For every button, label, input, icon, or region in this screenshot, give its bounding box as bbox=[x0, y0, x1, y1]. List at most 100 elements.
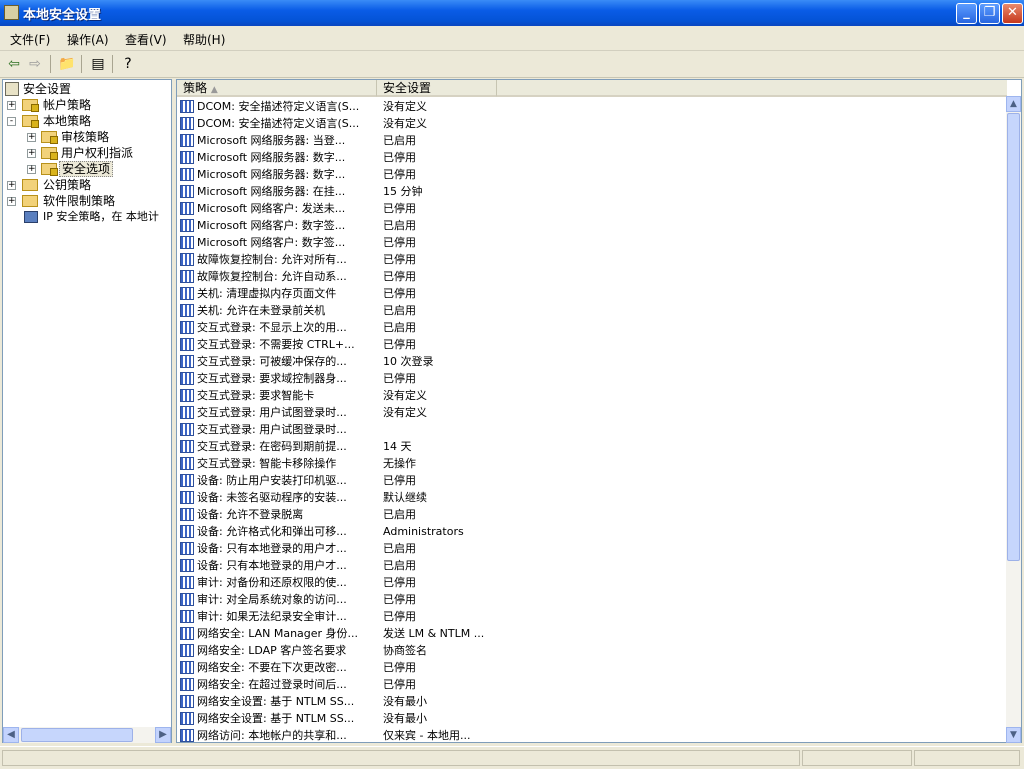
table-row[interactable]: Microsoft 网络服务器: 数字... 已停用 bbox=[177, 149, 1005, 166]
window-title: 本地安全设置 bbox=[23, 8, 102, 23]
table-row[interactable]: 设备: 允许不登录脱离 已启用 bbox=[177, 506, 1005, 523]
policy-setting: 已启用 bbox=[383, 508, 416, 521]
policy-name: 设备: 允许格式化和弹出可移... bbox=[197, 525, 347, 538]
table-row[interactable]: 交互式登录: 不显示上次的用... 已启用 bbox=[177, 319, 1005, 336]
table-row[interactable]: Microsoft 网络服务器: 当登... 已启用 bbox=[177, 132, 1005, 149]
policy-icon bbox=[180, 117, 194, 130]
forward-icon[interactable]: ⇨ bbox=[26, 55, 44, 73]
column-header-security-setting[interactable]: 安全设置 bbox=[377, 80, 497, 97]
table-row[interactable]: DCOM: 安全描述符定义语言(S... 没有定义 bbox=[177, 98, 1005, 115]
menu-action[interactable]: 操作(A) bbox=[67, 31, 109, 48]
scroll-thumb[interactable] bbox=[1007, 113, 1020, 561]
restore-button[interactable]: ❐ bbox=[979, 3, 1000, 24]
tree-item-label: 帐户策略 bbox=[43, 98, 92, 112]
scroll-thumb[interactable] bbox=[21, 728, 133, 742]
policy-setting: 15 分钟 bbox=[383, 185, 423, 198]
table-row[interactable]: 网络安全: 不要在下次更改密... 已停用 bbox=[177, 659, 1005, 676]
tree-pane[interactable]: 安全设置 + 帐户策略 - 本地策略 + 审核策略 + 用户权利指派 + 安全选… bbox=[2, 79, 172, 743]
tree-item-security-options[interactable]: + 安全选项 bbox=[3, 161, 169, 177]
table-row[interactable]: 审计: 对备份和还原权限的使... 已停用 bbox=[177, 574, 1005, 591]
policy-icon bbox=[180, 338, 194, 351]
tree-item-account-policies[interactable]: + 帐户策略 bbox=[3, 97, 169, 113]
table-row[interactable]: 交互式登录: 可被缓冲保存的... 10 次登录 bbox=[177, 353, 1005, 370]
table-row[interactable]: 网络安全设置: 基于 NTLM SS... 没有最小 bbox=[177, 710, 1005, 727]
policy-setting: 仅来宾 - 本地用... bbox=[383, 729, 471, 742]
table-row[interactable]: 网络访问: 本地帐户的共享和... 仅来宾 - 本地用... bbox=[177, 727, 1005, 742]
scroll-down-icon[interactable]: ▼ bbox=[1006, 727, 1021, 743]
scroll-right-icon[interactable]: ▶ bbox=[155, 727, 171, 743]
table-row[interactable]: 网络安全: 在超过登录时间后... 已停用 bbox=[177, 676, 1005, 693]
table-row[interactable]: 交互式登录: 要求域控制器身... 已停用 bbox=[177, 370, 1005, 387]
up-folder-icon[interactable]: 📁 bbox=[58, 55, 76, 73]
tree-item-public-key[interactable]: + 公钥策略 bbox=[3, 177, 169, 193]
column-header-policy[interactable]: 策略 ▲ bbox=[177, 80, 377, 97]
policy-setting: 已停用 bbox=[383, 474, 416, 487]
table-row[interactable]: 设备: 未签名驱动程序的安装... 默认继续 bbox=[177, 489, 1005, 506]
table-row[interactable]: 设备: 允许格式化和弹出可移... Administrators bbox=[177, 523, 1005, 540]
tree-root[interactable]: 安全设置 bbox=[5, 81, 165, 97]
locked-folder-icon bbox=[22, 115, 39, 128]
menu-help[interactable]: 帮助(H) bbox=[183, 31, 225, 48]
collapse-icon[interactable]: - bbox=[7, 117, 16, 126]
expand-icon[interactable]: + bbox=[7, 181, 16, 190]
table-row[interactable]: Microsoft 网络客户: 发送未... 已停用 bbox=[177, 200, 1005, 217]
menu-view[interactable]: 查看(V) bbox=[125, 31, 167, 48]
back-icon[interactable]: ⇦ bbox=[5, 55, 23, 73]
tree-horizontal-scrollbar[interactable]: ◀ ▶ bbox=[3, 727, 171, 743]
close-button[interactable]: ✕ bbox=[1002, 3, 1023, 24]
table-row[interactable]: 交互式登录: 智能卡移除操作 无操作 bbox=[177, 455, 1005, 472]
table-row[interactable]: 关机: 清理虚拟内存页面文件 已停用 bbox=[177, 285, 1005, 302]
help-icon[interactable]: ? bbox=[119, 55, 137, 73]
policy-name: 设备: 只有本地登录的用户才... bbox=[197, 542, 347, 555]
table-row[interactable]: 交互式登录: 不需要按 CTRL+... 已停用 bbox=[177, 336, 1005, 353]
table-row[interactable]: DCOM: 安全描述符定义语言(S... 没有定义 bbox=[177, 115, 1005, 132]
tree-item-ip-security[interactable]: IP 安全策略，在 本地计 bbox=[3, 209, 169, 225]
table-row[interactable]: 交互式登录: 用户试图登录时... 没有定义 bbox=[177, 404, 1005, 421]
policy-name: 交互式登录: 用户试图登录时... bbox=[197, 406, 347, 419]
policy-icon bbox=[180, 729, 194, 742]
policy-name: 交互式登录: 不需要按 CTRL+... bbox=[197, 338, 355, 351]
table-row[interactable]: Microsoft 网络服务器: 在挂... 15 分钟 bbox=[177, 183, 1005, 200]
table-row[interactable]: Microsoft 网络服务器: 数字... 已停用 bbox=[177, 166, 1005, 183]
title-bar[interactable]: 本地安全设置 _ ❐ ✕ bbox=[0, 0, 1024, 26]
scroll-up-icon[interactable]: ▲ bbox=[1006, 96, 1021, 112]
table-row[interactable]: 设备: 只有本地登录的用户才... 已启用 bbox=[177, 540, 1005, 557]
table-row[interactable]: 网络安全: LDAP 客户签名要求 协商签名 bbox=[177, 642, 1005, 659]
table-row[interactable]: 交互式登录: 在密码到期前提... 14 天 bbox=[177, 438, 1005, 455]
table-row[interactable]: 设备: 只有本地登录的用户才... 已启用 bbox=[177, 557, 1005, 574]
tree-item-user-rights[interactable]: + 用户权利指派 bbox=[3, 145, 169, 161]
expand-icon[interactable]: + bbox=[27, 165, 36, 174]
expand-icon[interactable]: + bbox=[27, 149, 36, 158]
expand-icon[interactable]: + bbox=[7, 197, 16, 206]
table-row[interactable]: 故障恢复控制台: 允许对所有... 已停用 bbox=[177, 251, 1005, 268]
scroll-left-icon[interactable]: ◀ bbox=[3, 727, 19, 743]
table-row[interactable]: Microsoft 网络客户: 数字签... 已启用 bbox=[177, 217, 1005, 234]
policy-icon bbox=[180, 219, 194, 232]
policy-name: Microsoft 网络服务器: 在挂... bbox=[197, 185, 346, 198]
table-row[interactable]: 故障恢复控制台: 允许自动系... 已停用 bbox=[177, 268, 1005, 285]
table-row[interactable]: 网络安全设置: 基于 NTLM SS... 没有最小 bbox=[177, 693, 1005, 710]
menu-file[interactable]: 文件(F) bbox=[10, 31, 50, 48]
policy-icon bbox=[180, 627, 194, 640]
export-list-icon[interactable]: ▤ bbox=[89, 55, 107, 73]
table-row[interactable]: 交互式登录: 用户试图登录时... bbox=[177, 421, 1005, 438]
table-row[interactable]: Microsoft 网络客户: 数字签... 已停用 bbox=[177, 234, 1005, 251]
tree-item-audit-policy[interactable]: + 审核策略 bbox=[3, 129, 169, 145]
table-row[interactable]: 审计: 对全局系统对象的访问... 已停用 bbox=[177, 591, 1005, 608]
expand-icon[interactable]: + bbox=[27, 133, 36, 142]
list-vertical-scrollbar[interactable]: ▲ ▼ bbox=[1006, 96, 1021, 743]
minimize-button[interactable]: _ bbox=[956, 3, 977, 24]
tree-item-label: IP 安全策略，在 本地计 bbox=[43, 210, 159, 223]
table-row[interactable]: 关机: 允许在未登录前关机 已启用 bbox=[177, 302, 1005, 319]
table-row[interactable]: 设备: 防止用户安装打印机驱... 已停用 bbox=[177, 472, 1005, 489]
table-row[interactable]: 网络安全: LAN Manager 身份... 发送 LM & NTLM ... bbox=[177, 625, 1005, 642]
policy-name: 网络安全: LDAP 客户签名要求 bbox=[197, 644, 347, 657]
policy-icon bbox=[180, 525, 194, 538]
policy-icon bbox=[180, 457, 194, 470]
table-row[interactable]: 交互式登录: 要求智能卡 没有定义 bbox=[177, 387, 1005, 404]
expand-icon[interactable]: + bbox=[7, 101, 16, 110]
tree-item-local-policies[interactable]: - 本地策略 bbox=[3, 113, 169, 129]
table-row[interactable]: 审计: 如果无法纪录安全审计... 已停用 bbox=[177, 608, 1005, 625]
tree-item-software-restriction[interactable]: + 软件限制策略 bbox=[3, 193, 169, 209]
policy-setting: 已停用 bbox=[383, 338, 416, 351]
